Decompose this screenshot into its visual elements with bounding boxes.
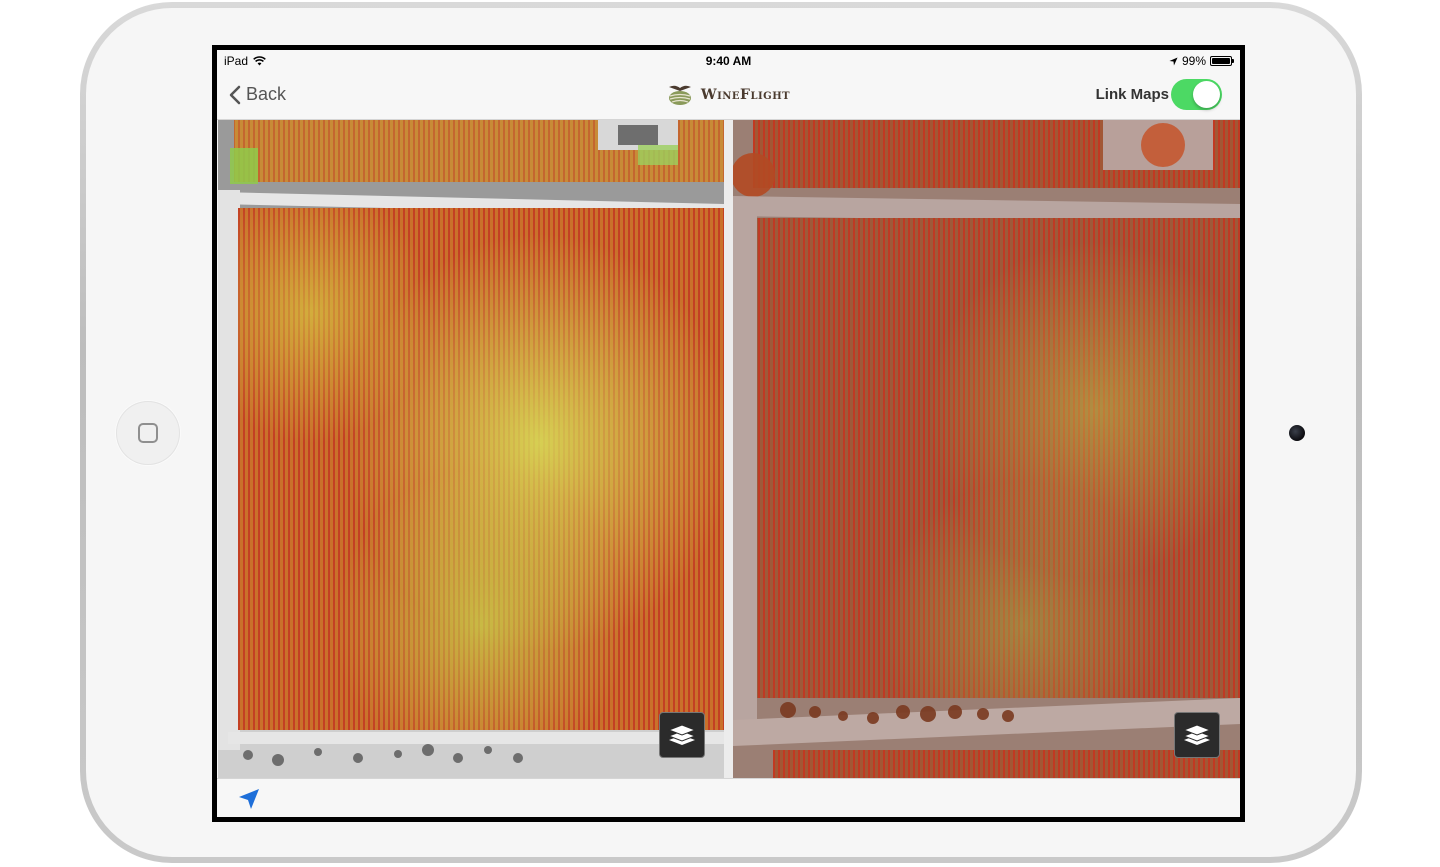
link-maps-label: Link Maps [1095,86,1169,103]
bottom-toolbar [217,778,1240,817]
status-bar: iPad 9:40 AM 99% [217,50,1240,70]
navigation-bar: Back WineFlight Link Maps [217,70,1240,120]
wineflight-logo-icon [668,85,691,105]
camera-icon [1289,425,1305,441]
locate-arrow-icon [239,789,259,809]
layers-button-right[interactable] [1174,712,1220,758]
link-maps-toggle[interactable] [1171,79,1222,110]
map-right-image [733,120,1240,778]
screen: iPad 9:40 AM 99% Back WineFlight Link Ma… [212,45,1245,822]
toggle-knob [1193,81,1220,108]
battery-icon [1210,56,1234,66]
location-arrow-icon [1169,56,1178,66]
map-left-image [218,120,724,778]
layers-icon [668,724,696,745]
status-right: 99% [1169,54,1234,68]
app-window: iPad 9:40 AM 99% Back WineFlight Link Ma… [217,50,1240,817]
link-maps-control: Link Maps [1096,79,1222,110]
app-title: WineFlight [217,84,1240,106]
layers-button-left[interactable] [659,712,705,758]
battery-fill [1212,58,1230,64]
locate-button[interactable] [237,787,261,816]
home-square-icon [138,423,158,443]
status-time: 9:40 AM [705,54,752,68]
app-name: WineFlight [700,87,791,103]
layers-icon [1183,724,1211,745]
battery-percent: 99% [1181,54,1206,68]
map-left[interactable] [218,120,724,778]
map-divider [724,120,733,778]
map-right[interactable] [733,120,1240,778]
